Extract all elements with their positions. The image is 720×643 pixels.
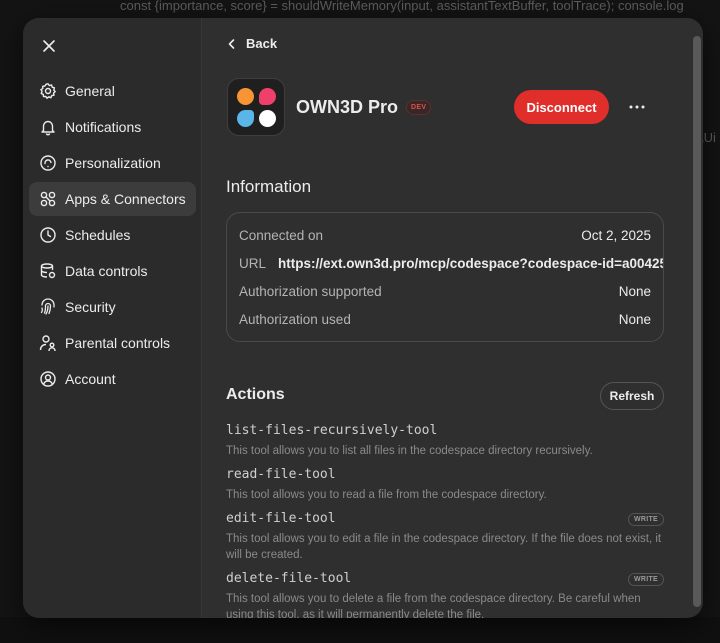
information-box: Connected on Oct 2, 2025 URL https://ext…: [226, 212, 664, 342]
logo-dot-pink: [259, 88, 276, 105]
tool-name: delete-file-tool: [226, 571, 352, 586]
sidebar-item-label: Account: [65, 371, 116, 387]
sidebar-item-personalization[interactable]: Personalization: [29, 146, 196, 180]
tool-item: read-file-tool This tool allows you to r…: [226, 467, 664, 503]
write-badge: WRITE: [627, 513, 664, 526]
write-badge: WRITE: [627, 573, 664, 586]
sidebar-item-label: Security: [65, 299, 116, 315]
settings-sidebar: General Notifications Personalization Ap…: [23, 18, 202, 618]
info-row-auth-supported: Authorization supported None: [239, 281, 651, 301]
sidebar-item-label: General: [65, 83, 115, 99]
info-row-url: URL https://ext.own3d.pro/mcp/codespace?…: [239, 253, 663, 273]
tool-description: This tool allows you to list all files i…: [226, 445, 593, 457]
database-icon: [40, 263, 56, 279]
dev-badge: DEV: [406, 100, 432, 115]
logo-dot-white: [259, 110, 276, 127]
tool-name: edit-file-tool: [226, 511, 336, 526]
connected-value: Oct 2, 2025: [581, 227, 651, 243]
bell-icon: [41, 120, 55, 136]
logo-dot-orange: [237, 88, 254, 105]
tool-name: list-files-recursively-tool: [226, 423, 438, 438]
information-heading: Information: [226, 177, 312, 196]
chevron-left-icon: [228, 38, 235, 49]
info-row-connected: Connected on Oct 2, 2025: [239, 225, 651, 245]
apps-icon: [40, 191, 56, 207]
sidebar-item-label: Apps & Connectors: [65, 191, 186, 207]
gear-icon: [40, 83, 56, 99]
sidebar-item-account[interactable]: Account: [29, 362, 196, 396]
settings-modal: General Notifications Personalization Ap…: [23, 18, 703, 618]
logo-dot-blue: [237, 110, 254, 127]
actions-heading: Actions: [226, 386, 285, 403]
refresh-button[interactable]: Refresh: [600, 382, 664, 410]
tool-item: delete-file-tool WRITE This tool allows …: [226, 571, 664, 618]
personalization-icon: [40, 155, 56, 171]
background-strip: [0, 617, 720, 643]
info-row-auth-used: Authorization used None: [239, 309, 651, 329]
sidebar-item-label: Schedules: [65, 227, 131, 243]
app-logo: [227, 78, 285, 136]
sidebar-item-label: Data controls: [65, 263, 148, 279]
sidebar-item-notifications[interactable]: Notifications: [29, 110, 196, 144]
auth-supported-label: Authorization supported: [239, 283, 382, 299]
tool-description: This tool allows you to edit a file in t…: [226, 533, 662, 561]
background-code-line: const {importance, score} = shouldWriteM…: [120, 0, 684, 13]
sidebar-item-label: Parental controls: [65, 335, 171, 351]
close-icon[interactable]: [41, 38, 57, 54]
scrollbar-thumb[interactable]: [693, 36, 701, 607]
clock-icon: [40, 227, 56, 243]
sidebar-item-label: Personalization: [65, 155, 161, 171]
back-label: Back: [246, 36, 278, 51]
app-name: OWN3D Pro: [296, 97, 399, 117]
tool-description: This tool allows you to delete a file fr…: [226, 593, 641, 618]
scrollbar[interactable]: [693, 36, 701, 616]
back-button[interactable]: Back: [226, 36, 277, 51]
tool-item: list-files-recursively-tool This tool al…: [226, 423, 664, 459]
url-value[interactable]: https://ext.own3d.pro/mcp/codespace?code…: [278, 256, 663, 271]
fingerprint-icon: [40, 298, 55, 315]
more-options-icon[interactable]: [626, 96, 648, 118]
connected-label: Connected on: [239, 227, 324, 243]
sidebar-item-label: Notifications: [65, 119, 142, 135]
parental-icon: [39, 335, 56, 352]
sidebar-item-data-controls[interactable]: Data controls: [29, 254, 196, 288]
tool-description: This tool allows you to read a file from…: [226, 489, 547, 501]
sidebar-item-apps-connectors[interactable]: Apps & Connectors: [29, 182, 196, 216]
sidebar-item-parental-controls[interactable]: Parental controls: [29, 326, 196, 360]
sidebar-item-security[interactable]: Security: [29, 290, 196, 324]
sidebar-item-schedules[interactable]: Schedules: [29, 218, 196, 252]
sidebar-item-general[interactable]: General: [29, 74, 196, 108]
user-circle-icon: [40, 371, 56, 387]
disconnect-button[interactable]: Disconnect: [514, 90, 609, 124]
url-label: URL: [239, 255, 267, 271]
tool-item: edit-file-tool WRITE This tool allows yo…: [226, 511, 664, 563]
auth-supported-value: None: [618, 283, 651, 299]
tool-name: read-file-tool: [226, 467, 336, 482]
settings-nav: General Notifications Personalization Ap…: [29, 74, 196, 398]
auth-used-label: Authorization used: [239, 311, 351, 327]
auth-used-value: None: [618, 311, 651, 327]
connector-detail: Back OWN3D Pro DEV Disconnect Informatio…: [202, 18, 703, 618]
